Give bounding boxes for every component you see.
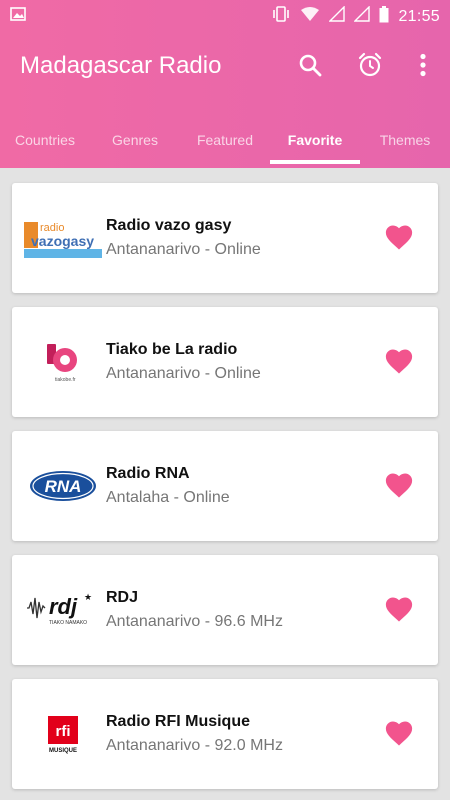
station-name: RDJ [106, 589, 139, 606]
app-bar: 21:55 Madagascar Radio Countries Genres … [0, 0, 450, 168]
favorite-heart-icon[interactable] [384, 347, 416, 377]
station-location: Antananarivo - 92.0 MHz [106, 737, 283, 754]
tab-genres[interactable]: Genres [90, 112, 180, 168]
battery-icon [379, 5, 389, 28]
favorite-heart-icon[interactable] [384, 471, 416, 501]
logo-text: vazogasy [31, 233, 94, 249]
logo-text: rfi [56, 723, 71, 740]
app-title: Madagascar Radio [20, 52, 222, 79]
station-logo: rdj ★ TIAKO NAMAKO [24, 575, 102, 645]
logo-text: MUSIQUE [49, 748, 77, 754]
station-card[interactable]: tiakobe.fr Tiako be La radio Antananariv… [12, 307, 438, 417]
station-name: Radio vazo gasy [106, 217, 232, 234]
clock-time: 21:55 [398, 7, 440, 25]
station-logo: tiakobe.fr [24, 327, 102, 397]
signal-1-icon [328, 5, 346, 27]
favorite-heart-icon[interactable] [384, 223, 416, 253]
wifi-icon [300, 6, 320, 27]
tab-featured[interactable]: Featured [180, 112, 270, 168]
station-logo: radio vazogasy [24, 203, 102, 273]
signal-2-icon [353, 5, 371, 27]
tab-bar: Countries Genres Featured Favorite Theme… [0, 112, 450, 168]
station-location: Antalaha - Online [106, 489, 230, 506]
tab-countries[interactable]: Countries [0, 112, 90, 168]
logo-text: RNA [45, 477, 82, 496]
station-location: Antananarivo - 96.6 MHz [106, 613, 283, 630]
favorite-heart-icon[interactable] [384, 595, 416, 625]
logo-text: TIAKO NAMAKO [49, 620, 87, 626]
svg-text:★: ★ [84, 592, 92, 602]
search-icon[interactable] [295, 50, 325, 80]
status-bar: 21:55 [0, 0, 450, 32]
station-card[interactable]: rdj ★ TIAKO NAMAKO RDJ Antananarivo - 96… [12, 555, 438, 665]
favorite-heart-icon[interactable] [384, 719, 416, 749]
station-logo: RNA [24, 451, 102, 521]
gallery-notification-icon [10, 7, 26, 26]
station-card[interactable]: RNA Radio RNA Antalaha - Online [12, 431, 438, 541]
station-card[interactable]: radio vazogasy Radio vazo gasy Antananar… [12, 183, 438, 293]
station-name: Radio RFI Musique [106, 713, 250, 730]
alarm-clock-icon[interactable] [355, 50, 385, 80]
station-location: Antananarivo - Online [106, 241, 261, 258]
station-list: radio vazogasy Radio vazo gasy Antananar… [0, 168, 450, 800]
station-logo: rfi MUSIQUE [24, 699, 102, 769]
vibrate-icon [271, 5, 291, 28]
station-card[interactable]: rfi MUSIQUE Radio RFI Musique Antananari… [12, 679, 438, 789]
tab-themes[interactable]: Themes [360, 112, 450, 168]
station-location: Antananarivo - Online [106, 365, 261, 382]
active-tab-indicator [270, 160, 360, 164]
more-vert-icon[interactable] [408, 50, 438, 80]
status-icons: 21:55 [271, 5, 440, 28]
logo-text: rdj [49, 594, 78, 619]
toolbar: Madagascar Radio [0, 32, 450, 102]
station-name: Radio RNA [106, 465, 190, 482]
svg-text:tiakobe.fr: tiakobe.fr [55, 377, 76, 383]
station-name: Tiako be La radio [106, 341, 238, 358]
